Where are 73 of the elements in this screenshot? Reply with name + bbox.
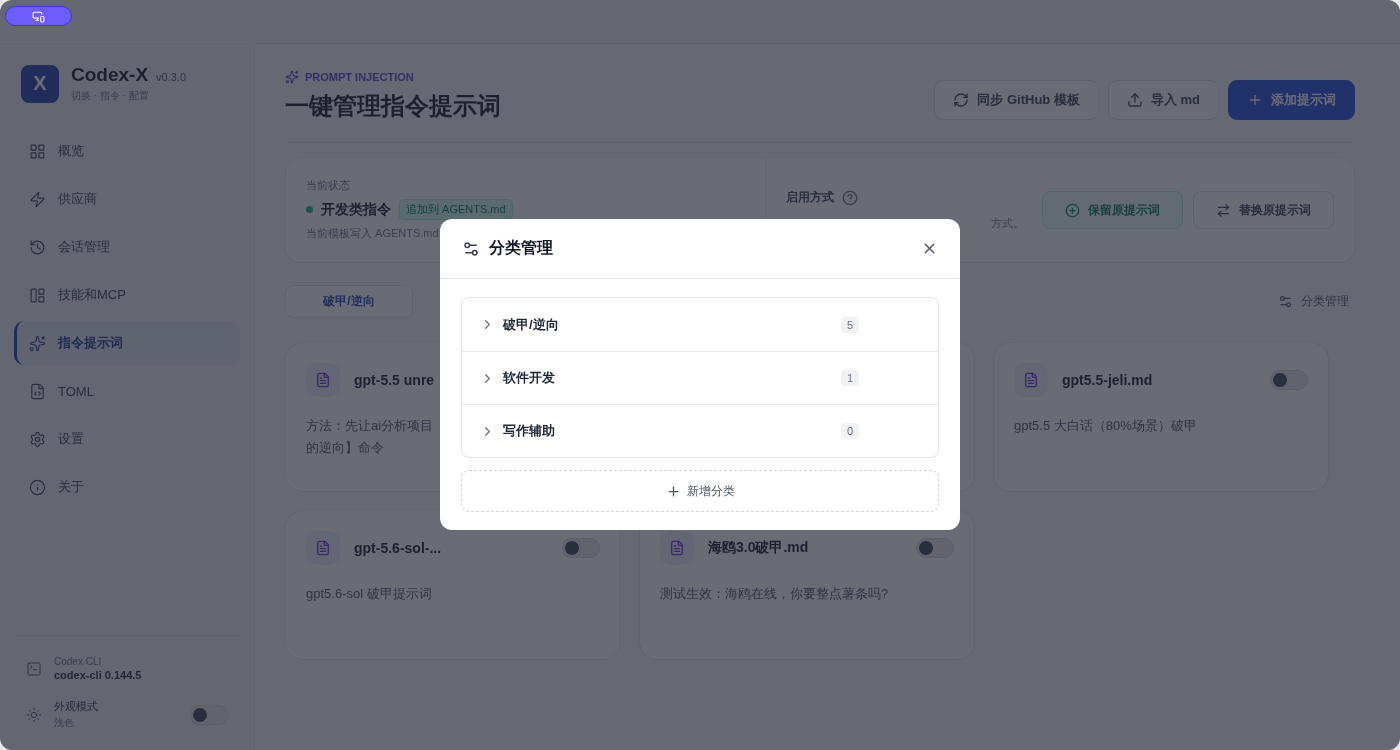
prompt-title: 海鸥3.0破甲.md <box>708 539 809 557</box>
sidebar-item[interactable]: 关于 <box>14 465 240 509</box>
sliders-icon <box>1278 294 1293 309</box>
sidebar-item-label: TOML <box>58 383 94 399</box>
help-icon[interactable] <box>842 189 858 206</box>
category-name: 写作辅助 <box>503 422 556 440</box>
status-dot <box>306 206 313 213</box>
file-icon <box>660 531 694 565</box>
code-file-icon <box>29 382 46 400</box>
sidebar-item[interactable]: 设置 <box>14 417 240 461</box>
header-button[interactable]: 添加提示词 <box>1228 80 1355 120</box>
toggle-switch[interactable] <box>916 538 954 558</box>
sidebar-item[interactable]: 技能和MCP <box>14 273 240 317</box>
sidebar-item-label: 供应商 <box>58 190 97 208</box>
settings-icon <box>29 430 46 448</box>
dialog-title: 分类管理 <box>489 238 554 258</box>
app-logo: X <box>21 64 59 103</box>
cli-version: codex-cli 0.144.5 <box>54 669 143 681</box>
category-row[interactable]: 写作辅助 0 <box>462 404 938 457</box>
terminal-icon <box>26 660 42 677</box>
status-name: 开发类指令 <box>321 200 391 219</box>
swap-icon <box>1216 202 1231 218</box>
screen-user-icon <box>32 9 45 23</box>
appearance-label: 外观模式 <box>54 699 99 714</box>
grid-icon <box>29 142 46 160</box>
sidebar-item[interactable]: TOML <box>14 369 240 413</box>
prompt-title: gpt-5.5 unre <box>354 372 435 388</box>
category-name: 软件开发 <box>503 369 556 387</box>
file-icon <box>306 363 340 397</box>
category-row[interactable]: 破甲/逆向 5 <box>462 298 938 351</box>
plus-icon <box>1247 92 1263 108</box>
mode-label: 启用方式 <box>786 189 834 206</box>
sparkles-icon <box>285 70 299 84</box>
lightning-icon <box>29 190 46 208</box>
file-icon <box>306 531 340 565</box>
history-icon <box>29 238 46 256</box>
toggle-switch[interactable] <box>190 704 228 725</box>
category-count: 5 <box>841 316 860 333</box>
prompt-title: gpt5.5-jeli.md <box>1062 372 1153 388</box>
blocks-icon <box>29 286 46 304</box>
category-row[interactable]: 软件开发 1 <box>462 351 938 404</box>
sidebar-item-label: 设置 <box>58 430 84 448</box>
page-title: 一键管理指令提示词 <box>285 91 501 121</box>
category-name: 破甲/逆向 <box>503 315 560 334</box>
add-category-button[interactable]: 新增分类 <box>461 470 939 512</box>
plus-icon <box>665 483 681 499</box>
file-icon <box>1014 363 1048 397</box>
sidebar-item[interactable]: 供应商 <box>14 177 240 221</box>
sun-icon <box>26 706 42 723</box>
upload-icon <box>1126 92 1143 108</box>
mode-option-button[interactable]: 保留原提示词 <box>1042 191 1183 229</box>
refresh-icon <box>953 92 970 108</box>
app-name: Codex-X <box>71 64 149 86</box>
page-eyebrow: PROMPT INJECTION <box>305 71 414 83</box>
prompt-title: gpt-5.6-sol-... <box>354 540 442 556</box>
sliders-icon <box>462 239 480 258</box>
sidebar-item[interactable]: 指令提示词 <box>14 321 240 365</box>
header-button[interactable]: 导入 md <box>1107 80 1219 120</box>
sidebar-item-label: 关于 <box>58 478 84 496</box>
info-icon <box>29 478 46 496</box>
toggle-switch[interactable] <box>1270 370 1308 390</box>
mode-option-button[interactable]: 替换原提示词 <box>1193 191 1334 229</box>
status-tag: 追加到 AGENTS.md <box>399 199 513 220</box>
toggle-switch[interactable] <box>562 538 600 558</box>
screen-user-button[interactable] <box>5 6 72 26</box>
plus-circle-icon <box>1065 202 1080 218</box>
sidebar-item-label: 技能和MCP <box>58 286 126 304</box>
header-button[interactable]: 同步 GitHub 模板 <box>934 80 1099 120</box>
sidebar-item-label: 指令提示词 <box>58 334 123 352</box>
category-count: 1 <box>841 370 860 386</box>
category-tab[interactable]: 破甲/逆向 <box>285 285 413 318</box>
category-count: 0 <box>841 423 860 439</box>
sparkles-icon <box>29 334 46 352</box>
